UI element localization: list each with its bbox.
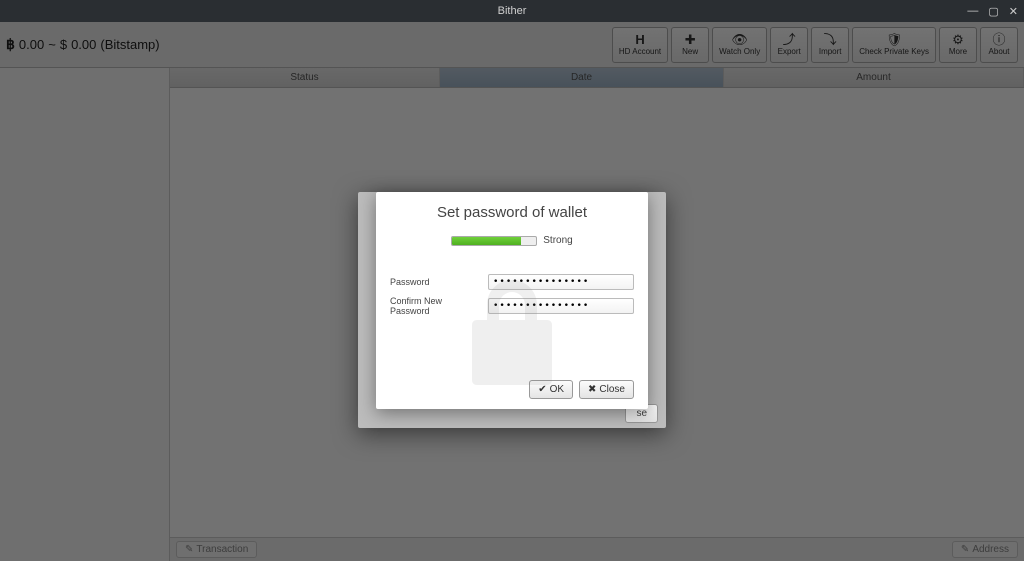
password-row: Password [390,274,634,290]
ok-button[interactable]: ✔ OK [529,380,573,399]
confirm-password-input[interactable] [488,298,634,314]
modal-title: Set password of wallet [390,204,634,221]
close-window-icon[interactable]: ✕ [1009,5,1018,18]
window-controls: — ▢ ✕ [967,0,1018,22]
check-icon: ✔ [538,384,546,395]
strength-fill [452,237,521,245]
window-titlebar: Bither — ▢ ✕ [0,0,1024,22]
confirm-password-row: Confirm New Password [390,296,634,316]
strength-bar [451,236,537,246]
maximize-icon[interactable]: ▢ [988,5,998,18]
close-icon: ✖ [588,384,596,395]
window-title: Bither [498,5,527,17]
minimize-icon[interactable]: — [967,5,978,17]
password-input[interactable] [488,274,634,290]
strength-label: Strong [543,235,572,246]
ok-label: OK [550,384,564,395]
confirm-password-label: Confirm New Password [390,296,482,316]
password-label: Password [390,277,482,287]
close-button[interactable]: ✖ Close [579,380,634,399]
close-label: Close [599,384,625,395]
modal-buttons: ✔ OK ✖ Close [390,380,634,399]
strength-indicator: Strong [390,235,634,246]
password-modal: Set password of wallet Strong Password C… [376,192,648,409]
